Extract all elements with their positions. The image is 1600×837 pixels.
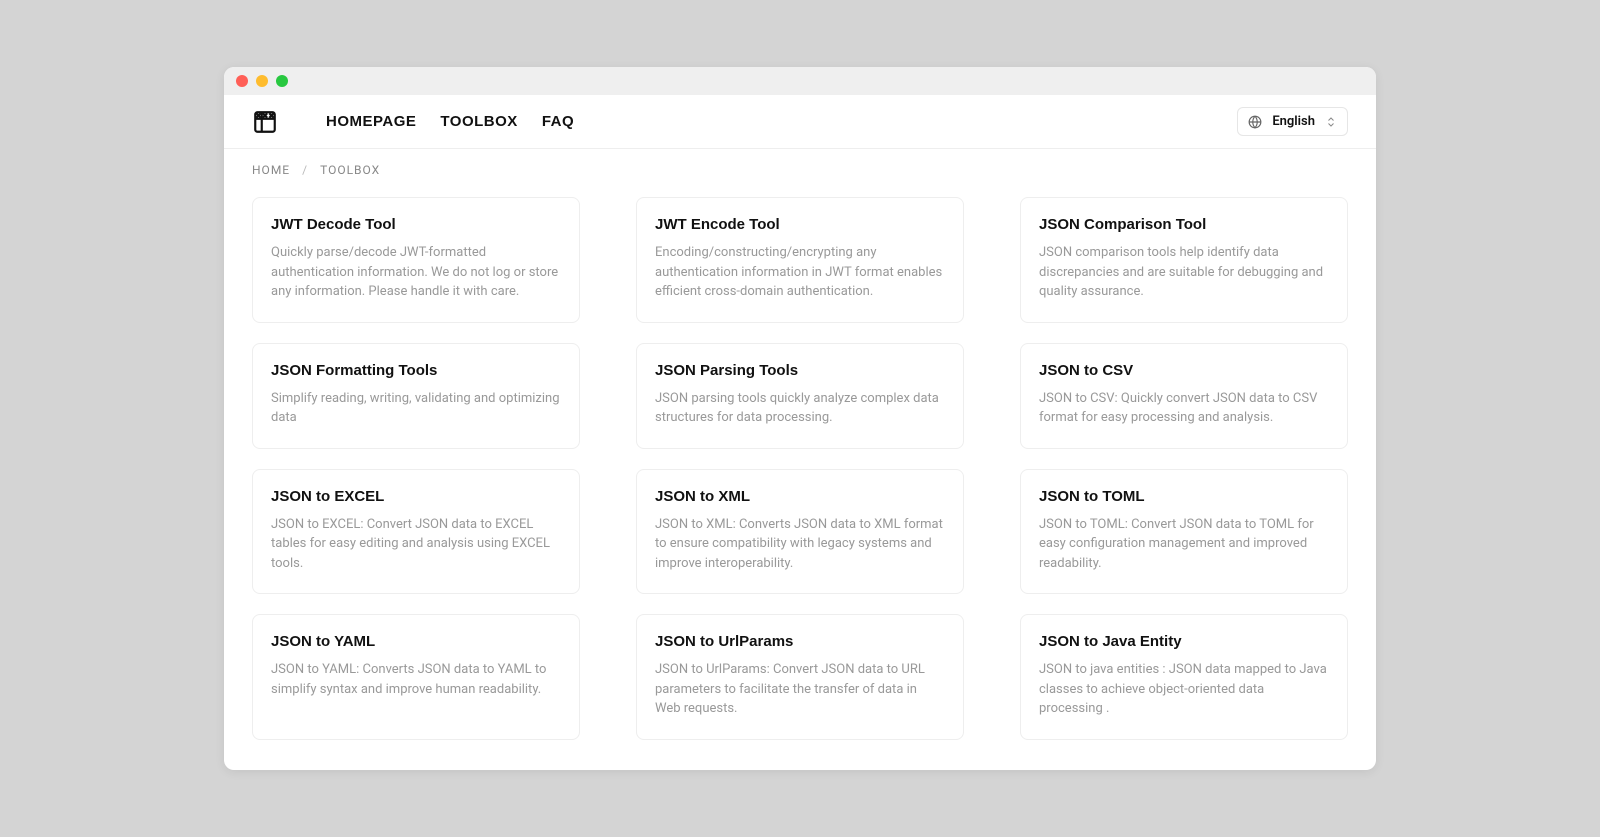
- window-titlebar: [224, 67, 1376, 95]
- window-maximize-button[interactable]: [276, 75, 288, 87]
- app-window: HOMEPAGE TOOLBOX FAQ English HOME / TOOL…: [224, 67, 1376, 770]
- tool-card[interactable]: JSON to UrlParams JSON to UrlParams: Con…: [636, 614, 964, 740]
- tool-card-desc: Simplify reading, writing, validating an…: [271, 389, 561, 428]
- chevron-updown-icon: [1325, 116, 1337, 128]
- nav-homepage[interactable]: HOMEPAGE: [326, 113, 416, 130]
- tool-card-title: JSON to XML: [655, 488, 945, 505]
- tool-card-desc: JSON to YAML: Converts JSON data to YAML…: [271, 660, 561, 699]
- tool-card-desc: JSON to EXCEL: Convert JSON data to EXCE…: [271, 515, 561, 574]
- tool-card-desc: Encoding/constructing/encrypting any aut…: [655, 243, 945, 302]
- tool-card-title: JWT Decode Tool: [271, 216, 561, 233]
- tool-card-desc: JSON to CSV: Quickly convert JSON data t…: [1039, 389, 1329, 428]
- globe-icon: [1248, 115, 1262, 129]
- tool-card[interactable]: JWT Decode Tool Quickly parse/decode JWT…: [252, 197, 580, 323]
- main-nav: HOMEPAGE TOOLBOX FAQ: [326, 113, 574, 130]
- tool-card-title: JSON to UrlParams: [655, 633, 945, 650]
- tool-card-title: JSON Formatting Tools: [271, 362, 561, 379]
- window-minimize-button[interactable]: [256, 75, 268, 87]
- tool-card-title: JSON to EXCEL: [271, 488, 561, 505]
- tool-card-desc: JSON to TOML: Convert JSON data to TOML …: [1039, 515, 1329, 574]
- tool-card-title: JSON to Java Entity: [1039, 633, 1329, 650]
- tool-card[interactable]: JSON to CSV JSON to CSV: Quickly convert…: [1020, 343, 1348, 449]
- logo-icon: [252, 109, 278, 135]
- language-selector[interactable]: English: [1237, 107, 1348, 136]
- tool-card[interactable]: JSON to TOML JSON to TOML: Convert JSON …: [1020, 469, 1348, 595]
- tool-card[interactable]: JSON to EXCEL JSON to EXCEL: Convert JSO…: [252, 469, 580, 595]
- tool-card[interactable]: JSON Formatting Tools Simplify reading, …: [252, 343, 580, 449]
- tool-card[interactable]: JSON Parsing Tools JSON parsing tools qu…: [636, 343, 964, 449]
- tool-card[interactable]: JWT Encode Tool Encoding/constructing/en…: [636, 197, 964, 323]
- tool-card-desc: JSON to XML: Converts JSON data to XML f…: [655, 515, 945, 574]
- window-close-button[interactable]: [236, 75, 248, 87]
- breadcrumb: HOME / TOOLBOX: [224, 149, 1376, 187]
- tool-card-desc: JSON to java entities : JSON data mapped…: [1039, 660, 1329, 719]
- tool-card-title: JSON to YAML: [271, 633, 561, 650]
- tool-grid: JWT Decode Tool Quickly parse/decode JWT…: [224, 187, 1376, 770]
- tool-card-desc: Quickly parse/decode JWT-formatted authe…: [271, 243, 561, 302]
- tool-card[interactable]: JSON to Java Entity JSON to java entitie…: [1020, 614, 1348, 740]
- language-label: English: [1272, 114, 1315, 129]
- breadcrumb-toolbox[interactable]: TOOLBOX: [320, 163, 380, 177]
- tool-card-desc: JSON parsing tools quickly analyze compl…: [655, 389, 945, 428]
- tool-card[interactable]: JSON Comparison Tool JSON comparison too…: [1020, 197, 1348, 323]
- tool-card-title: JSON Comparison Tool: [1039, 216, 1329, 233]
- tool-card-desc: JSON comparison tools help identify data…: [1039, 243, 1329, 302]
- tool-card-title: JWT Encode Tool: [655, 216, 945, 233]
- tool-card[interactable]: JSON to XML JSON to XML: Converts JSON d…: [636, 469, 964, 595]
- nav-faq[interactable]: FAQ: [542, 113, 574, 130]
- tool-card-title: JSON to TOML: [1039, 488, 1329, 505]
- breadcrumb-home[interactable]: HOME: [252, 163, 290, 177]
- nav-toolbox[interactable]: TOOLBOX: [440, 113, 517, 130]
- header: HOMEPAGE TOOLBOX FAQ English: [224, 95, 1376, 149]
- tool-card[interactable]: JSON to YAML JSON to YAML: Converts JSON…: [252, 614, 580, 740]
- tool-card-title: JSON to CSV: [1039, 362, 1329, 379]
- tool-card-title: JSON Parsing Tools: [655, 362, 945, 379]
- breadcrumb-separator: /: [302, 163, 308, 177]
- tool-card-desc: JSON to UrlParams: Convert JSON data to …: [655, 660, 945, 719]
